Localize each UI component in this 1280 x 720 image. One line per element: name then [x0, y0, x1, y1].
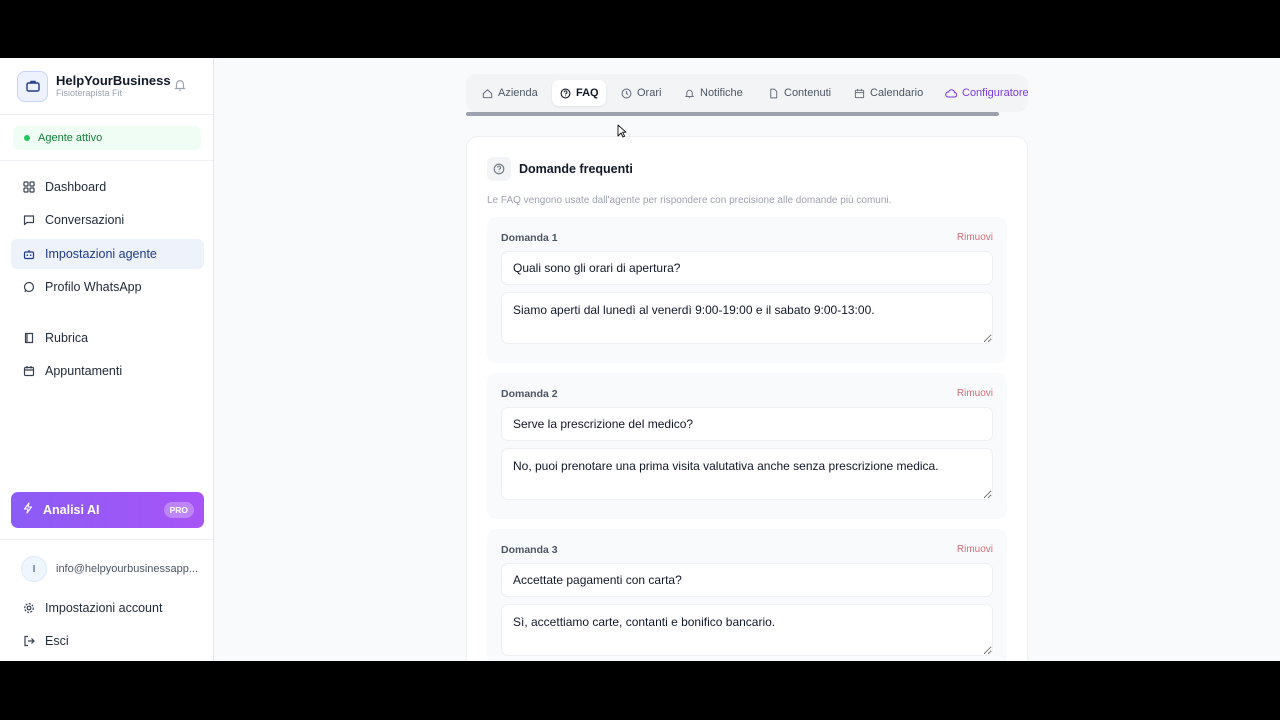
faq-item-label: Domanda 3 — [501, 544, 558, 556]
nav-item-whatsapp-profile[interactable]: Profilo WhatsApp — [11, 272, 204, 302]
faq-answer-textarea[interactable]: Siamo aperti dal lunedì al venerdì 9:00-… — [501, 292, 993, 344]
tab-notifiche[interactable]: Notifiche — [676, 80, 750, 106]
faq-section-title: Domande frequenti — [519, 162, 633, 176]
user-email: info@helpyourbusinessapp... — [56, 563, 199, 575]
nav-item-label: Profilo WhatsApp — [45, 280, 142, 294]
faq-item-label: Domanda 2 — [501, 388, 558, 400]
divider — [0, 539, 213, 540]
file-icon — [767, 87, 779, 99]
agent-status-badge: Agente attivo — [13, 126, 201, 150]
tab-orari[interactable]: Orari — [613, 80, 668, 106]
letterbox-bottom — [0, 661, 1280, 720]
tab-label: Contenuti — [784, 87, 832, 99]
chat-icon — [22, 214, 35, 227]
nav-item-appointments[interactable]: Appuntamenti — [11, 356, 204, 386]
nav-item-label: Appuntamenti — [45, 364, 123, 378]
home-icon — [481, 87, 493, 99]
help-circle-icon — [487, 157, 511, 181]
remove-faq-button[interactable]: Rimuovi — [957, 388, 993, 399]
faq-item: Domanda 2 Rimuovi No, puoi prenotare una… — [487, 373, 1007, 519]
notifications-bell-icon[interactable] — [173, 78, 189, 94]
help-circle-icon — [559, 87, 571, 99]
bell-icon — [683, 87, 695, 99]
tabs-scrollbar[interactable] — [466, 112, 999, 116]
user-account[interactable]: I info@helpyourbusinessapp... — [21, 556, 207, 582]
ai-analysis-pro-button[interactable]: Analisi AI PRO — [11, 492, 204, 528]
logout-label: Esci — [45, 634, 69, 648]
nav-item-dashboard[interactable]: Dashboard — [11, 172, 204, 202]
robot-icon — [22, 248, 35, 261]
account-settings-label: Impostazioni account — [45, 601, 163, 615]
gear-icon — [22, 602, 35, 615]
mouse-cursor-icon — [617, 124, 627, 138]
nav-item-address-book[interactable]: Rubrica — [11, 323, 204, 353]
account-settings-link[interactable]: Impostazioni account — [11, 593, 204, 623]
tab-label: Orari — [637, 87, 662, 99]
faq-card: Domande frequenti Le FAQ vengono usate d… — [466, 136, 1028, 661]
brand-subtitle: Fisioterapista Fit — [56, 88, 123, 98]
tab-label: Configuratore — [962, 87, 1028, 99]
faq-answer-textarea[interactable]: Sì, accettiamo carte, contanti e bonific… — [501, 604, 993, 656]
tab-contenuti[interactable]: Contenuti — [760, 80, 838, 106]
nav-item-agent-settings[interactable]: Impostazioni agente — [11, 239, 204, 269]
tab-faq[interactable]: FAQ — [552, 80, 606, 106]
lightning-icon — [22, 501, 34, 519]
book-icon — [22, 332, 35, 345]
tab-label: Calendario — [870, 87, 924, 99]
faq-item: Domanda 3 Rimuovi Sì, accettiamo carte, … — [487, 529, 1007, 661]
logout-link[interactable]: Esci — [11, 626, 204, 656]
faq-answer-textarea[interactable]: No, puoi prenotare una prima visita valu… — [501, 448, 993, 500]
faq-section-description: Le FAQ vengono usate dall'agente per ris… — [487, 195, 892, 206]
nav-item-label: Impostazioni agente — [45, 247, 157, 261]
tab-label: Azienda — [498, 87, 538, 99]
remove-faq-button[interactable]: Rimuovi — [957, 544, 993, 555]
tab-calendario[interactable]: Calendario — [846, 80, 930, 106]
whatsapp-icon — [22, 281, 35, 294]
brand-name: HelpYourBusiness — [56, 73, 171, 88]
avatar: I — [21, 556, 47, 582]
divider — [0, 160, 213, 161]
calendar-icon — [22, 365, 35, 378]
remove-faq-button[interactable]: Rimuovi — [957, 232, 993, 243]
agent-status-label: Agente attivo — [38, 132, 103, 144]
faq-question-input[interactable] — [501, 407, 993, 441]
faq-item-label: Domanda 1 — [501, 232, 558, 244]
status-dot — [24, 135, 30, 141]
letterbox-top — [0, 0, 1280, 58]
tab-label: FAQ — [576, 87, 599, 99]
faq-item: Domanda 1 Rimuovi Siamo aperti dal luned… — [487, 217, 1007, 363]
nav-item-label: Rubrica — [45, 331, 89, 345]
logout-icon — [22, 635, 35, 648]
clock-icon — [620, 87, 632, 99]
faq-question-input[interactable] — [501, 251, 993, 285]
nav-item-label: Dashboard — [45, 180, 107, 194]
tab-azienda[interactable]: Azienda — [474, 80, 545, 106]
ai-analysis-label: Analisi AI — [43, 503, 100, 517]
tab-configuratore[interactable]: Configuratore — [938, 80, 1028, 106]
main-content: Azienda FAQ Orari Notifiche Contenuti Ca… — [214, 58, 1280, 661]
sidebar: HelpYourBusiness Fisioterapista Fit Agen… — [0, 58, 214, 661]
settings-tabs: Azienda FAQ Orari Notifiche Contenuti Ca… — [466, 74, 1028, 112]
pro-badge: PRO — [163, 502, 194, 518]
divider — [0, 114, 213, 115]
nav-item-label: Conversazioni — [45, 213, 125, 227]
briefcase-icon — [17, 70, 48, 102]
calendar-icon — [853, 87, 865, 99]
app-window: HelpYourBusiness Fisioterapista Fit Agen… — [0, 58, 1280, 661]
faq-question-input[interactable] — [501, 563, 993, 597]
grid-icon — [22, 181, 35, 194]
nav-item-conversations[interactable]: Conversazioni — [11, 205, 204, 235]
cloud-icon — [945, 87, 957, 99]
tab-label: Notifiche — [700, 87, 743, 99]
